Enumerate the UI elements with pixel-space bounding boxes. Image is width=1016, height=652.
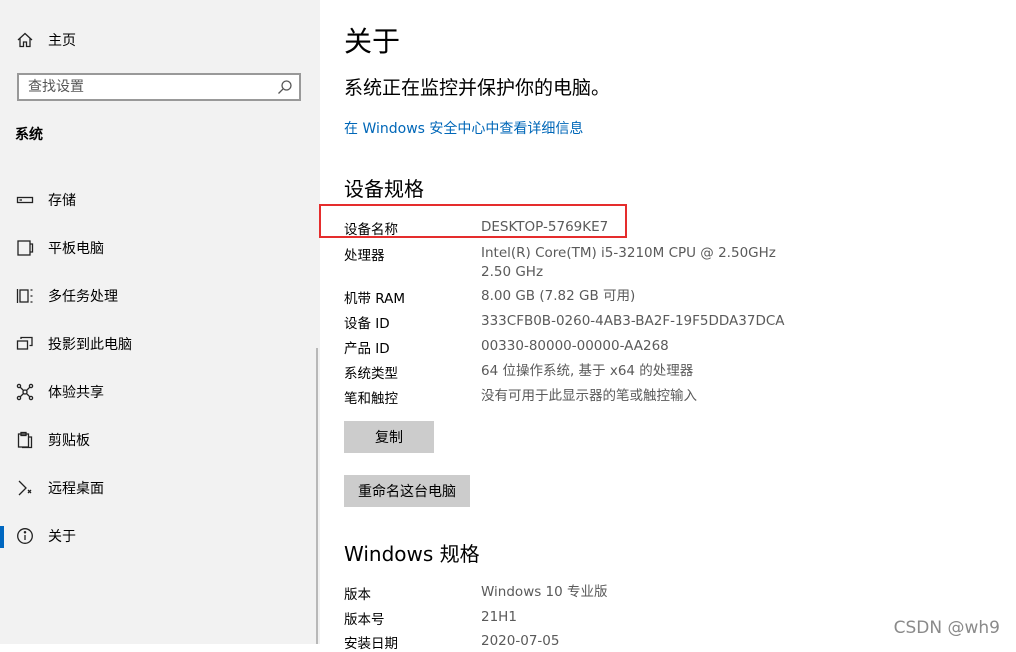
sidebar-scrollbar[interactable]: [316, 348, 318, 644]
project-icon: [15, 334, 35, 354]
windows-specs-heading: Windows 规格: [344, 542, 480, 566]
sidebar-item-label: 剪贴板: [48, 433, 90, 449]
search-icon[interactable]: [277, 79, 293, 95]
sidebar-item-project[interactable]: 投影到此电脑: [0, 324, 320, 364]
sidebar-item-label: 投影到此电脑: [48, 337, 132, 353]
spec-value: Intel(R) Core(TM) i5-3210M CPU @ 2.50GHz…: [481, 245, 776, 280]
watermark: CSDN @wh9: [893, 618, 1000, 638]
page-title: 关于: [344, 25, 401, 58]
spec-value: Windows 10 专业版: [481, 584, 608, 600]
search-input[interactable]: [19, 75, 278, 99]
home-icon: [15, 30, 35, 50]
share-icon: [15, 382, 35, 402]
sidebar: 主页 系统 存储 平板电脑: [0, 0, 320, 644]
sidebar-item-storage[interactable]: 存储: [0, 180, 320, 220]
sidebar-item-home[interactable]: 主页: [0, 20, 320, 60]
section-title: 系统: [15, 127, 43, 143]
storage-icon: [15, 190, 35, 210]
spec-value: 2020-07-05: [481, 633, 560, 649]
sidebar-item-share[interactable]: 体验共享: [0, 372, 320, 412]
sidebar-item-remote-desktop[interactable]: 远程桌面: [0, 468, 320, 508]
sidebar-item-label: 远程桌面: [48, 481, 104, 497]
spec-label: 版本号: [344, 612, 385, 628]
sidebar-item-tablet[interactable]: 平板电脑: [0, 228, 320, 268]
rename-pc-button[interactable]: 重命名这台电脑: [344, 475, 470, 507]
search-box[interactable]: [17, 73, 301, 101]
security-center-link[interactable]: 在 Windows 安全中心中查看详细信息: [344, 118, 583, 138]
sidebar-item-label: 关于: [48, 529, 76, 545]
sidebar-item-about[interactable]: 关于: [0, 516, 320, 556]
spec-label: 笔和触控: [344, 391, 398, 407]
spec-value: 21H1: [481, 609, 517, 625]
multitask-icon: [15, 286, 35, 306]
spec-label: 系统类型: [344, 366, 398, 382]
clipboard-icon: [15, 430, 35, 450]
spec-value: 64 位操作系统, 基于 x64 的处理器: [481, 363, 694, 379]
main-content: 关于 系统正在监控并保护你的电脑。 在 Windows 安全中心中查看详细信息 …: [320, 0, 1016, 652]
device-name-highlight: [319, 204, 627, 238]
spec-label: 设备 ID: [344, 316, 390, 332]
copy-button[interactable]: 复制: [344, 421, 434, 453]
spec-label: 产品 ID: [344, 341, 390, 357]
sidebar-item-multitask[interactable]: 多任务处理: [0, 276, 320, 316]
sidebar-item-label: 存储: [48, 193, 76, 209]
spec-value: 333CFB0B-0260-4AB3-BA2F-19F5DDA37DCA: [481, 313, 785, 329]
info-icon: [15, 526, 35, 546]
sidebar-item-label: 主页: [48, 33, 76, 49]
spec-value: 8.00 GB (7.82 GB 可用): [481, 288, 636, 304]
sidebar-item-label: 平板电脑: [48, 241, 104, 257]
sidebar-item-label: 多任务处理: [48, 289, 118, 305]
tablet-icon: [15, 238, 35, 258]
spec-label: 版本: [344, 587, 371, 603]
protection-status: 系统正在监控并保护你的电脑。: [344, 77, 611, 99]
spec-value: 00330-80000-00000-AA268: [481, 338, 669, 354]
device-specs-heading: 设备规格: [344, 177, 424, 201]
remote-desktop-icon: [15, 478, 35, 498]
spec-label: 安装日期: [344, 636, 398, 652]
spec-value: 没有可用于此显示器的笔或触控输入: [481, 388, 697, 404]
sidebar-item-clipboard[interactable]: 剪贴板: [0, 420, 320, 460]
sidebar-item-label: 体验共享: [48, 385, 104, 401]
spec-label: 机带 RAM: [344, 291, 406, 307]
spec-label: 处理器: [344, 248, 385, 264]
